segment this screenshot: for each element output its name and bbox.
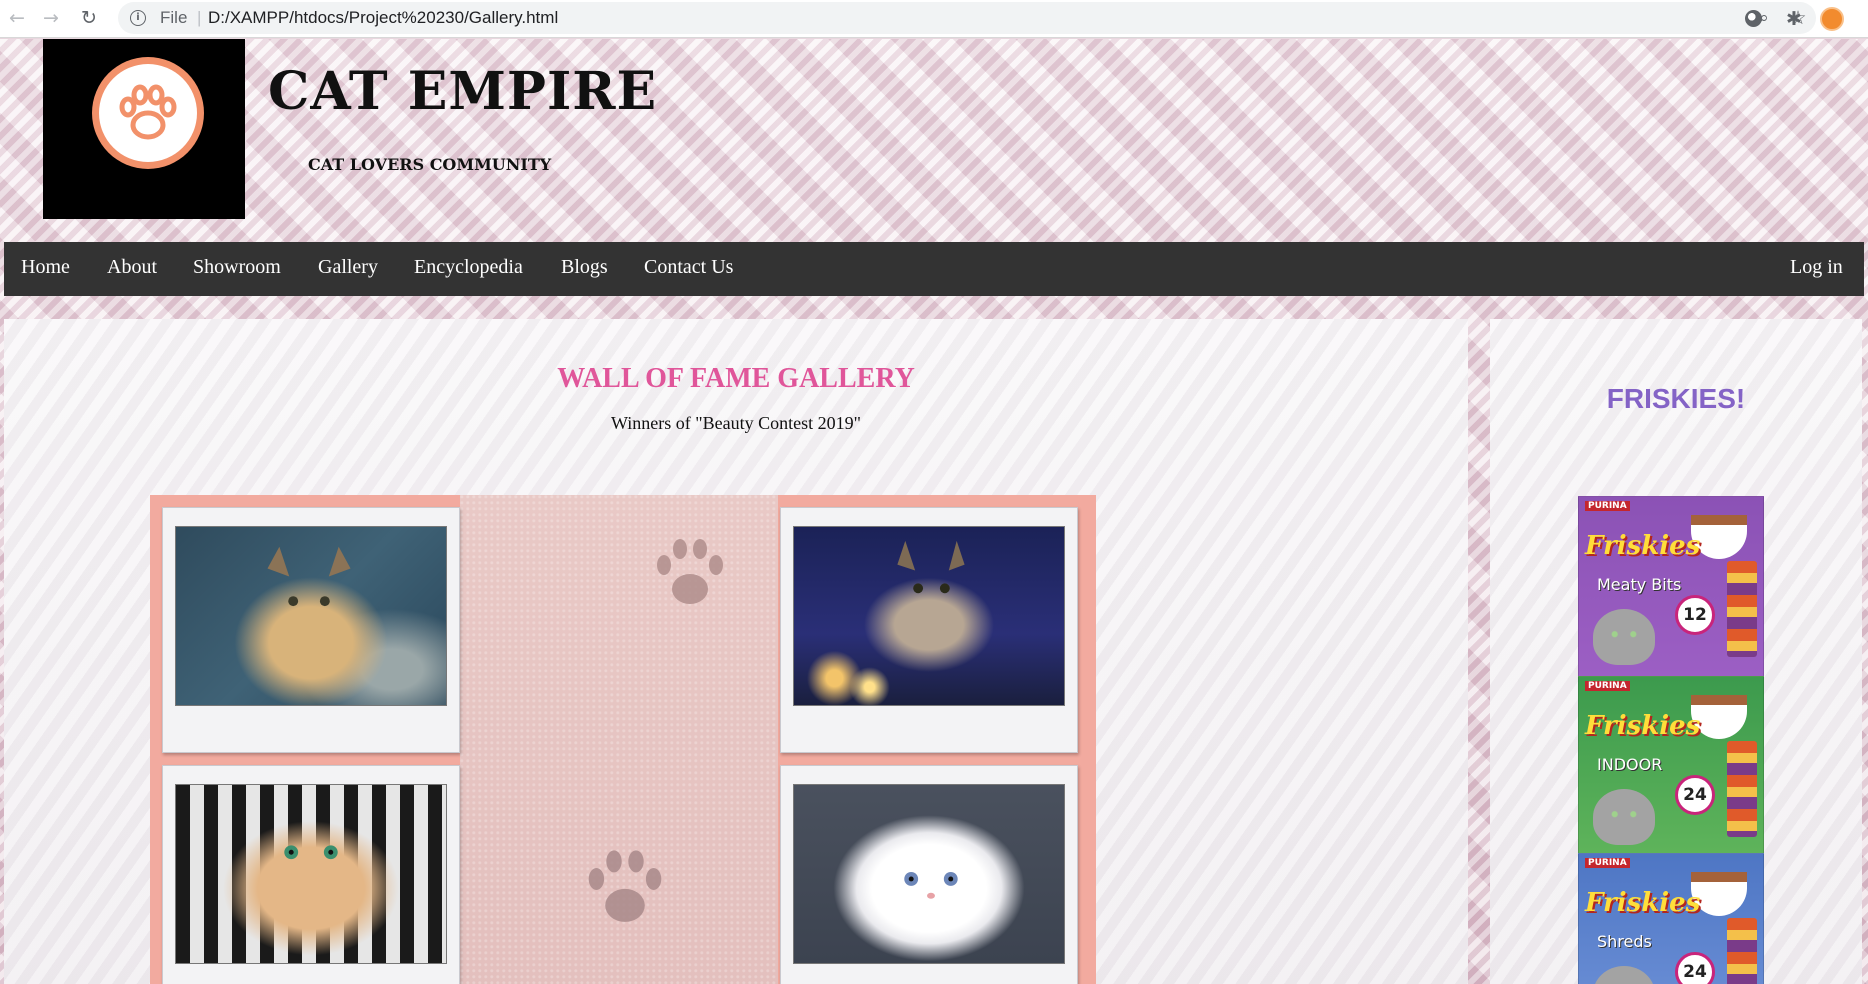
site-logo[interactable] — [43, 39, 245, 219]
page-body: CAT EMPIRE CAT LOVERS COMMUNITY Home Abo… — [0, 39, 1868, 984]
purina-label: PURINA — [1585, 501, 1630, 511]
cans-icon — [1727, 741, 1757, 837]
can-count-badge: 12 — [1675, 595, 1715, 635]
friskies-shreds-box[interactable]: PURINA Friskies Shreds 24 — [1578, 853, 1764, 984]
gallery-subtitle: Winners of "Beauty Contest 2019" — [611, 413, 861, 433]
ginger-longhair-cat-photo[interactable] — [175, 784, 447, 964]
white-persian-kitten-photo[interactable] — [793, 784, 1065, 964]
gallery-frame — [150, 495, 1096, 984]
forward-arrow-icon[interactable]: → — [38, 5, 64, 31]
site-tagline: CAT LOVERS COMMUNITY — [308, 155, 552, 174]
back-arrow-icon[interactable]: ← — [4, 5, 30, 31]
tabby-cat-city-night-photo[interactable] — [793, 526, 1065, 706]
product-variant: INDOOR — [1597, 755, 1663, 774]
can-count-badge: 24 — [1675, 775, 1715, 815]
nav-encyclopedia[interactable]: Encyclopedia — [414, 256, 523, 279]
tabby-cat-photo[interactable] — [175, 526, 447, 706]
nav-about[interactable]: About — [107, 256, 157, 279]
purina-label: PURINA — [1585, 858, 1630, 868]
paw-prints-background — [460, 495, 778, 984]
gallery-section: WALL OF FAME GALLERY Winners of "Beauty … — [4, 319, 1468, 984]
purina-label: PURINA — [1585, 681, 1630, 691]
reload-icon[interactable]: ↻ — [76, 5, 102, 31]
gallery-card[interactable] — [162, 765, 460, 984]
friskies-indoor-box[interactable]: PURINA Friskies INDOOR 24 — [1578, 676, 1764, 858]
url-text[interactable]: D:/XAMPP/htdocs/Project%20230/Gallery.ht… — [208, 8, 558, 28]
paw-print-icon — [657, 539, 723, 604]
url-separator: | — [197, 8, 202, 27]
product-variant: Meaty Bits — [1597, 575, 1682, 594]
nav-showroom[interactable]: Showroom — [193, 256, 281, 279]
product-brand: Friskies — [1585, 711, 1701, 741]
browser-toolbar: ← → ↻ i File | D:/XAMPP/htdocs/Project%2… — [0, 0, 1868, 38]
url-scheme-label: File — [160, 8, 188, 27]
product-variant: Shreds — [1597, 932, 1652, 951]
can-count-badge: 24 — [1675, 952, 1715, 984]
gallery-card[interactable] — [162, 507, 460, 753]
cans-icon — [1727, 561, 1757, 657]
site-title: CAT EMPIRE — [268, 61, 658, 122]
gallery-title: WALL OF FAME GALLERY — [557, 363, 915, 394]
puzzle-extensions-icon[interactable]: ✱ — [1782, 7, 1806, 31]
product-brand: Friskies — [1585, 531, 1701, 561]
ad-title: FRISKIES! — [1606, 383, 1746, 414]
product-brand: Friskies — [1585, 888, 1701, 918]
nav-contact-us[interactable]: Contact Us — [644, 256, 733, 279]
nav-login[interactable]: Log in — [1790, 256, 1843, 279]
nav-gallery[interactable]: Gallery — [318, 256, 378, 279]
nav-home[interactable]: Home — [21, 256, 70, 279]
address-bar[interactable]: i File | D:/XAMPP/htdocs/Project%20230/G… — [118, 2, 1816, 34]
nav-blogs[interactable]: Blogs — [561, 256, 608, 279]
site-info-icon[interactable]: i — [130, 10, 146, 26]
profile-avatar-icon[interactable] — [1820, 7, 1844, 31]
paw-print-icon — [588, 850, 662, 922]
paw-icon — [92, 57, 204, 169]
circle-extension-icon[interactable] — [1742, 7, 1766, 31]
cat-face-icon — [1593, 609, 1655, 665]
gallery-card[interactable] — [780, 765, 1078, 984]
advertisement-sidebar: FRISKIES! PURINA Friskies Meaty Bits 12 … — [1490, 319, 1862, 984]
cans-icon — [1727, 918, 1757, 984]
cat-face-icon — [1593, 966, 1655, 984]
main-navigation: Home About Showroom Gallery Encyclopedia… — [4, 242, 1864, 296]
cat-face-icon — [1593, 789, 1655, 845]
friskies-meaty-bits-box[interactable]: PURINA Friskies Meaty Bits 12 — [1578, 496, 1764, 678]
gallery-card[interactable] — [780, 507, 1078, 753]
